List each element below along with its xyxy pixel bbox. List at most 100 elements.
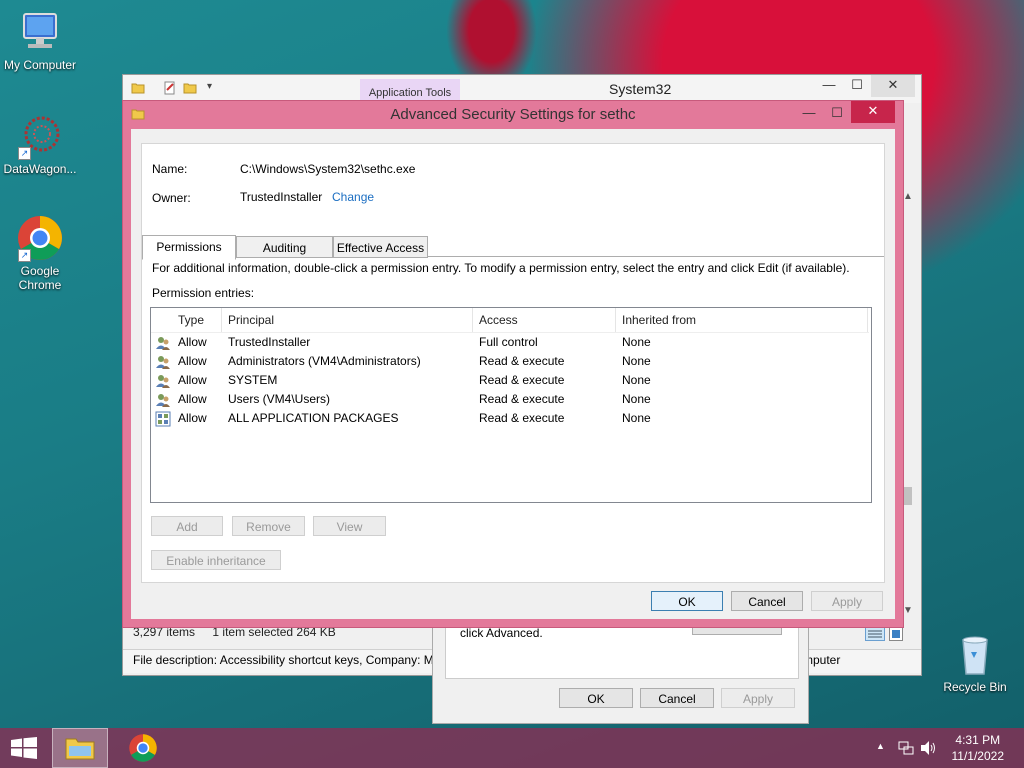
apply-button[interactable]: Apply xyxy=(811,591,883,611)
properties-dialog[interactable]: click Advanced. OK Cancel Apply xyxy=(432,620,809,724)
props-apply-button[interactable]: Apply xyxy=(721,688,795,708)
volume-icon[interactable] xyxy=(920,740,938,759)
clock-date: 11/1/2022 xyxy=(951,749,1005,763)
desktop-icon-datawagon[interactable]: ↗ DataWagon... xyxy=(0,112,80,176)
desktop-icon-label: Google Chrome xyxy=(18,264,62,292)
column-separator xyxy=(221,308,222,332)
desktop-icon-label: DataWagon... xyxy=(3,162,77,176)
entry-principal: Users (VM4\Users) xyxy=(228,392,331,406)
add-button[interactable]: Add xyxy=(151,516,223,536)
entry-type: Allow xyxy=(178,411,207,425)
explorer-title: System32 xyxy=(609,81,672,97)
windows-logo-icon xyxy=(11,737,37,759)
dialog-minimize-button[interactable]: — xyxy=(795,103,823,125)
entry-access: Read & execute xyxy=(479,411,565,425)
entry-principal: Administrators (VM4\Administrators) xyxy=(228,354,421,368)
properties-hint-text: click Advanced. xyxy=(460,626,543,640)
taskbar: ▲ 4:31 PM 11/1/2022 xyxy=(0,728,1024,768)
owner-label: Owner: xyxy=(152,191,191,205)
datawagon-icon: ↗ xyxy=(16,112,64,160)
table-row[interactable]: Allow SYSTEM Read & execute None xyxy=(151,371,869,390)
permission-entries-list[interactable]: Type Principal Access Inherited from All… xyxy=(150,307,872,503)
clock-time: 4:31 PM xyxy=(955,733,1001,747)
list-header: Type Principal Access Inherited from xyxy=(151,308,869,333)
desktop-icon-recycle-bin[interactable]: Recycle Bin xyxy=(935,630,1015,694)
dialog-maximize-button[interactable]: ☐ xyxy=(823,103,851,125)
cancel-button[interactable]: Cancel xyxy=(731,591,803,611)
column-inherited-from[interactable]: Inherited from xyxy=(622,313,696,327)
column-separator xyxy=(615,308,616,332)
table-row[interactable]: Allow Administrators (VM4\Administrators… xyxy=(151,352,869,371)
view-button[interactable]: View xyxy=(313,516,386,536)
folder-icon xyxy=(131,81,145,98)
column-principal[interactable]: Principal xyxy=(228,313,274,327)
scroll-up-icon[interactable]: ▲ xyxy=(903,191,913,202)
owner-value: TrustedInstaller xyxy=(240,190,323,204)
large-icons-view-icon[interactable] xyxy=(889,627,903,644)
dialog-body: Name: C:\Windows\System32\sethc.exe Owne… xyxy=(131,129,895,619)
permission-entries-label: Permission entries: xyxy=(152,286,255,300)
entry-inherited: None xyxy=(622,392,651,406)
props-cancel-button[interactable]: Cancel xyxy=(640,688,714,708)
entry-inherited: None xyxy=(622,354,651,368)
table-row[interactable]: Allow TrustedInstaller Full control None xyxy=(151,333,869,352)
entry-principal: ALL APPLICATION PACKAGES xyxy=(228,411,399,425)
show-hidden-icons-icon[interactable]: ▲ xyxy=(876,741,885,751)
info-text: For additional information, double-click… xyxy=(152,261,850,275)
column-access[interactable]: Access xyxy=(479,313,518,327)
table-row[interactable]: Allow ALL APPLICATION PACKAGES Read & ex… xyxy=(151,409,869,428)
properties-icon[interactable] xyxy=(163,81,177,98)
start-button[interactable] xyxy=(0,728,48,768)
entry-access: Read & execute xyxy=(479,373,565,387)
entry-principal: SYSTEM xyxy=(228,373,278,387)
desktop-icon-google-chrome[interactable]: ↗ Google Chrome xyxy=(0,214,80,292)
column-separator xyxy=(472,308,473,332)
tab-effective-access[interactable]: Effective Access xyxy=(333,236,428,258)
customize-toolbar-icon[interactable]: ▾ xyxy=(207,81,212,92)
scroll-down-icon[interactable]: ▼ xyxy=(903,605,913,616)
ok-button[interactable]: OK xyxy=(651,591,723,611)
tab-permissions[interactable]: Permissions xyxy=(142,235,236,260)
details-view-icon[interactable] xyxy=(865,627,885,644)
props-ok-button[interactable]: OK xyxy=(559,688,633,708)
maximize-button[interactable]: ☐ xyxy=(843,75,871,97)
recycle-bin-icon xyxy=(951,630,999,678)
enable-inheritance-button[interactable]: Enable inheritance xyxy=(151,550,281,570)
change-owner-link[interactable]: Change xyxy=(332,190,374,204)
desktop-icon-my-computer[interactable]: My Computer xyxy=(0,8,80,72)
taskbar-file-explorer[interactable] xyxy=(52,728,108,768)
entry-type: Allow xyxy=(178,373,207,387)
settings-panel: Name: C:\Windows\System32\sethc.exe Owne… xyxy=(141,143,885,583)
advanced-security-dialog[interactable]: Advanced Security Settings for sethc — ☐… xyxy=(122,100,904,628)
table-row[interactable]: Allow Users (VM4\Users) Read & execute N… xyxy=(151,390,869,409)
entry-principal: TrustedInstaller xyxy=(228,335,311,349)
network-icon[interactable] xyxy=(898,740,914,759)
close-button[interactable]: ✕ xyxy=(871,75,915,97)
app-packages-icon xyxy=(155,411,171,430)
entry-access: Read & execute xyxy=(479,392,565,406)
scrollbar-thumb[interactable] xyxy=(904,487,912,505)
column-type[interactable]: Type xyxy=(178,313,204,327)
remove-button[interactable]: Remove xyxy=(232,516,305,536)
entry-inherited: None xyxy=(622,335,651,349)
explorer-titlebar[interactable]: ▾ Application Tools System32 — ☐ ✕ xyxy=(123,75,921,103)
tab-auditing[interactable]: Auditing xyxy=(236,236,333,258)
new-folder-icon[interactable] xyxy=(183,81,197,98)
name-label: Name: xyxy=(152,162,188,176)
file-description: File description: Accessibility shortcut… xyxy=(133,653,434,667)
entry-type: Allow xyxy=(178,354,207,368)
taskbar-chrome[interactable] xyxy=(116,728,172,768)
minimize-button[interactable]: — xyxy=(815,75,843,97)
dialog-close-button[interactable]: ✕ xyxy=(851,101,895,123)
desktop-icon-label: My Computer xyxy=(3,58,77,72)
chrome-icon: ↗ xyxy=(16,214,64,262)
properties-content: click Advanced. xyxy=(445,621,799,679)
clock[interactable]: 4:31 PM 11/1/2022 xyxy=(952,732,1005,764)
chrome-icon xyxy=(129,734,157,762)
column-separator xyxy=(867,308,868,332)
entry-inherited: None xyxy=(622,373,651,387)
name-value: C:\Windows\System32\sethc.exe xyxy=(240,162,416,176)
computer-icon xyxy=(16,8,64,56)
entry-access: Full control xyxy=(479,335,538,349)
dialog-title: Advanced Security Settings for sethc xyxy=(390,106,636,123)
